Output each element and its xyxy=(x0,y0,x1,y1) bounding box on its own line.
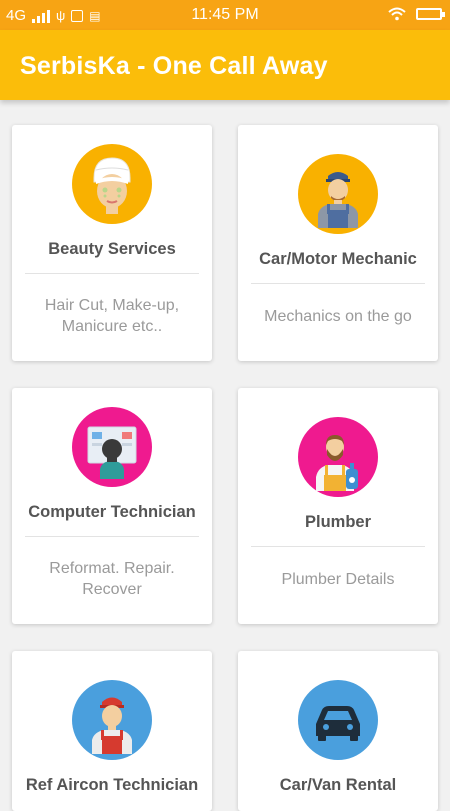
service-card-mechanic[interactable]: Car/Motor Mechanic Mechanics on the go xyxy=(238,125,438,361)
app-bar: SerbisKa - One Call Away xyxy=(0,30,450,100)
clock: 11:45 PM xyxy=(191,6,259,23)
service-card-computer[interactable]: Computer Technician Reformat. Repair. Re… xyxy=(12,388,212,624)
plumber-icon xyxy=(298,417,378,497)
service-description: Plumber Details xyxy=(281,571,395,588)
service-description: Mechanics on the go xyxy=(264,308,412,325)
service-grid: Beauty Services Hair Cut, Make-up, Manic… xyxy=(0,100,450,811)
service-title: Computer Technician xyxy=(28,503,196,521)
battery-icon xyxy=(416,8,445,20)
status-bar: 4G ψ ▤ 11:45 PM xyxy=(0,0,450,30)
service-card-plumber[interactable]: Plumber Plumber Details xyxy=(238,388,438,624)
computer-technician-icon xyxy=(72,407,152,487)
service-title: Ref Aircon Technician xyxy=(25,776,199,794)
app-title: SerbisKa - One Call Away xyxy=(20,52,328,80)
service-description: Reformat. Repair. Recover xyxy=(49,560,175,598)
service-card-beauty[interactable]: Beauty Services Hair Cut, Make-up, Manic… xyxy=(12,125,212,361)
service-description: Hair Cut, Make-up, Manicure etc.. xyxy=(44,297,180,335)
service-title: Plumber xyxy=(304,513,372,531)
mechanic-icon xyxy=(298,154,378,234)
service-title: Car/Motor Mechanic xyxy=(259,250,417,268)
divider xyxy=(251,283,425,284)
divider xyxy=(25,536,199,537)
divider xyxy=(251,546,425,547)
beauty-face-icon xyxy=(72,144,152,224)
service-title: Beauty Services xyxy=(48,240,176,258)
divider xyxy=(25,273,199,274)
service-title: Car/Van Rental xyxy=(279,776,397,794)
wifi-icon xyxy=(388,7,406,21)
service-card-aircon[interactable]: Ref Aircon Technician xyxy=(12,651,212,811)
car-icon xyxy=(298,680,378,760)
service-card-car-rental[interactable]: Car/Van Rental xyxy=(238,651,438,811)
aircon-technician-icon xyxy=(72,680,152,760)
